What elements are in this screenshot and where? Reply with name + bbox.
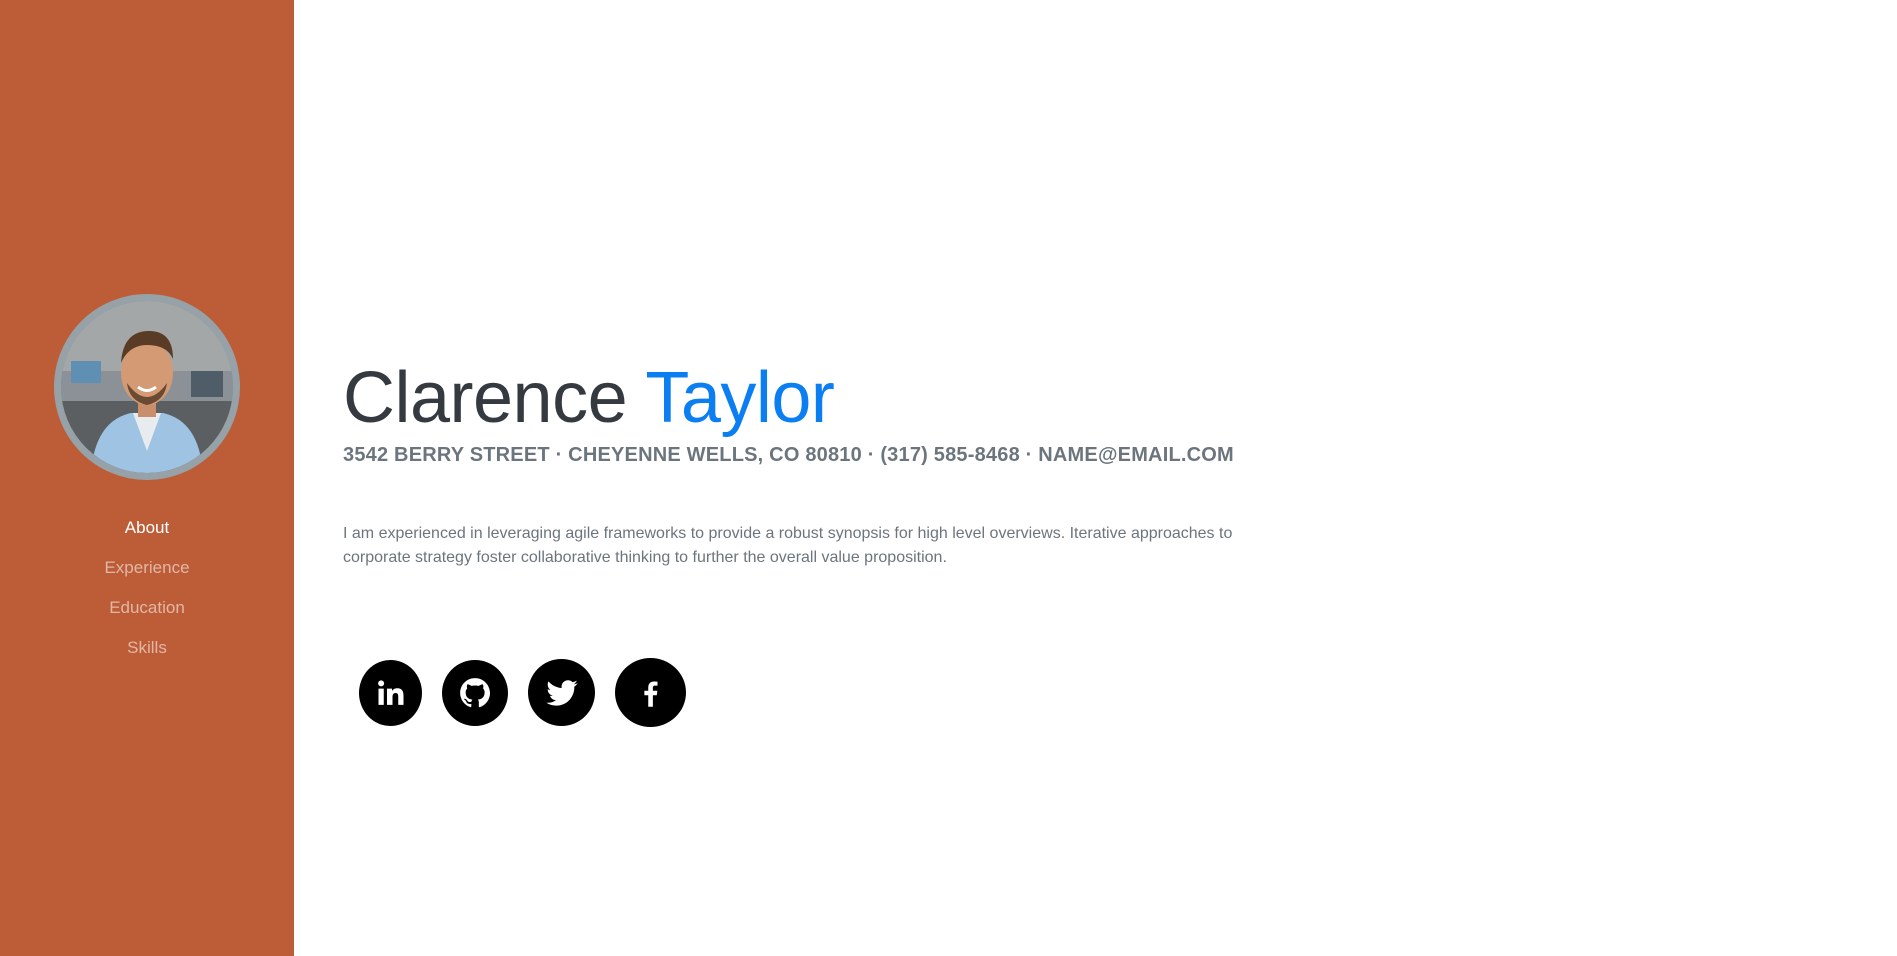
twitter-link[interactable] [528, 659, 595, 726]
twitter-icon [545, 679, 578, 706]
nav-link-education[interactable]: Education [109, 598, 185, 618]
contact-line: 3542 Berry Street · Cheyenne Wells, CO 8… [343, 444, 1234, 466]
github-link[interactable] [442, 659, 508, 726]
nav-link-about[interactable]: About [125, 518, 169, 538]
github-icon [460, 677, 491, 707]
profile-photo [61, 301, 233, 473]
profile-avatar [54, 294, 240, 480]
linkedin-link[interactable] [359, 659, 422, 726]
sidebar-nav: About Experience Education Skills [0, 508, 294, 668]
linkedin-icon [377, 679, 403, 705]
nav-item-about: About [0, 508, 294, 548]
nav-item-skills: Skills [0, 628, 294, 668]
first-name: Clarence [343, 358, 628, 438]
nav-item-experience: Experience [0, 548, 294, 588]
last-name: Taylor [645, 358, 835, 438]
sidebar: About Experience Education Skills [0, 0, 294, 956]
nav-link-skills[interactable]: Skills [127, 638, 167, 658]
nav-link-experience[interactable]: Experience [104, 558, 189, 578]
page-title: Clarence Taylor [343, 356, 1897, 440]
facebook-link[interactable] [615, 658, 686, 727]
about-section: Clarence Taylor 3542 Berry Street · Chey… [294, 0, 1897, 956]
nav-item-education: Education [0, 588, 294, 628]
social-icons [359, 658, 1897, 727]
bio-text: I am experienced in leveraging agile fra… [343, 525, 1233, 566]
facebook-icon [643, 681, 657, 707]
